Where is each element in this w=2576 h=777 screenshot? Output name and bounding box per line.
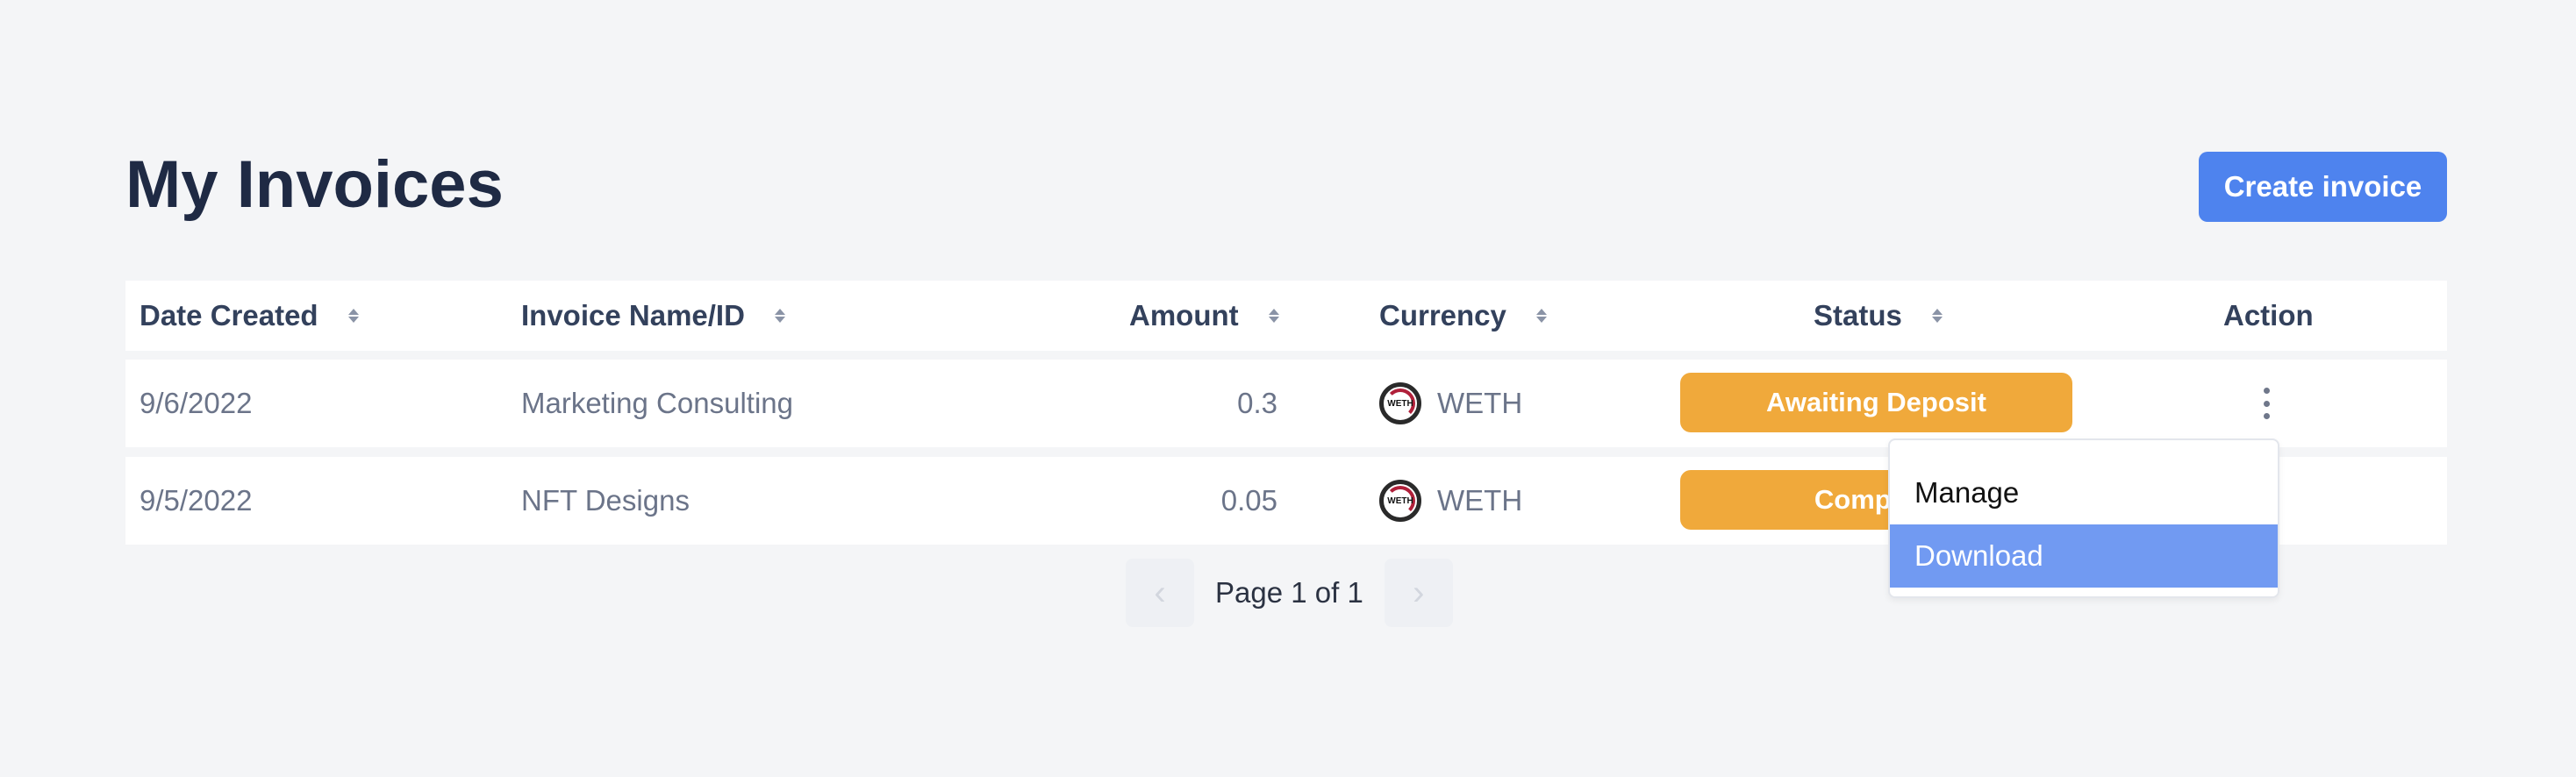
date-cell: 9/6/2022 [140, 387, 253, 419]
table-header: Date Created Invoice Name/ID Amount Curr… [125, 281, 2447, 351]
amount-cell: 0.3 [1237, 387, 1277, 419]
currency-cell: WETH WETH [1379, 360, 1522, 447]
column-header-invoice-name[interactable]: Invoice Name/ID [521, 281, 786, 351]
create-invoice-button[interactable]: Create invoice [2199, 152, 2447, 222]
amount-cell: 0.05 [1220, 484, 1277, 517]
column-label: Action [2223, 299, 2314, 331]
invoice-name-cell: Marketing Consulting [521, 387, 793, 419]
column-label: Date Created [140, 299, 318, 331]
status-badge: Awaiting Deposit [1680, 373, 2072, 432]
menu-item-manage[interactable]: Manage [1890, 461, 2278, 524]
column-header-amount[interactable]: Amount [1129, 281, 1280, 351]
sort-icon[interactable] [1931, 306, 1943, 325]
page-indicator: Page 1 of 1 [1215, 576, 1363, 609]
date-cell: 9/5/2022 [140, 484, 253, 517]
sort-icon[interactable] [774, 306, 786, 325]
column-header-action: Action [2223, 281, 2314, 351]
menu-item-download[interactable]: Download [1890, 524, 2278, 588]
column-label: Currency [1379, 299, 1506, 331]
sort-icon[interactable] [347, 306, 360, 325]
column-header-status[interactable]: Status [1814, 281, 1943, 351]
table-row: 9/6/2022 Marketing Consulting 0.3 WETH W… [125, 360, 2447, 447]
chevron-right-icon[interactable]: › [1384, 559, 1453, 627]
column-label: Status [1814, 299, 1902, 331]
sort-icon[interactable] [1268, 306, 1280, 325]
column-header-date-created[interactable]: Date Created [140, 281, 360, 351]
pagination: ‹ Page 1 of 1 › [1126, 559, 1453, 627]
weth-icon: WETH [1379, 480, 1421, 522]
currency-label: WETH [1437, 484, 1523, 517]
action-menu: Manage Download [1888, 438, 2279, 598]
column-label: Amount [1129, 299, 1239, 331]
more-options-icon[interactable] [2256, 382, 2277, 424]
weth-icon: WETH [1379, 382, 1421, 424]
currency-label: WETH [1437, 387, 1523, 419]
page-title: My Invoices [125, 147, 504, 222]
chevron-left-icon[interactable]: ‹ [1126, 559, 1194, 627]
sort-icon[interactable] [1535, 306, 1548, 325]
invoice-name-cell: NFT Designs [521, 484, 690, 517]
column-header-currency[interactable]: Currency [1379, 281, 1548, 351]
column-label: Invoice Name/ID [521, 299, 745, 331]
currency-cell: WETH WETH [1379, 457, 1522, 545]
